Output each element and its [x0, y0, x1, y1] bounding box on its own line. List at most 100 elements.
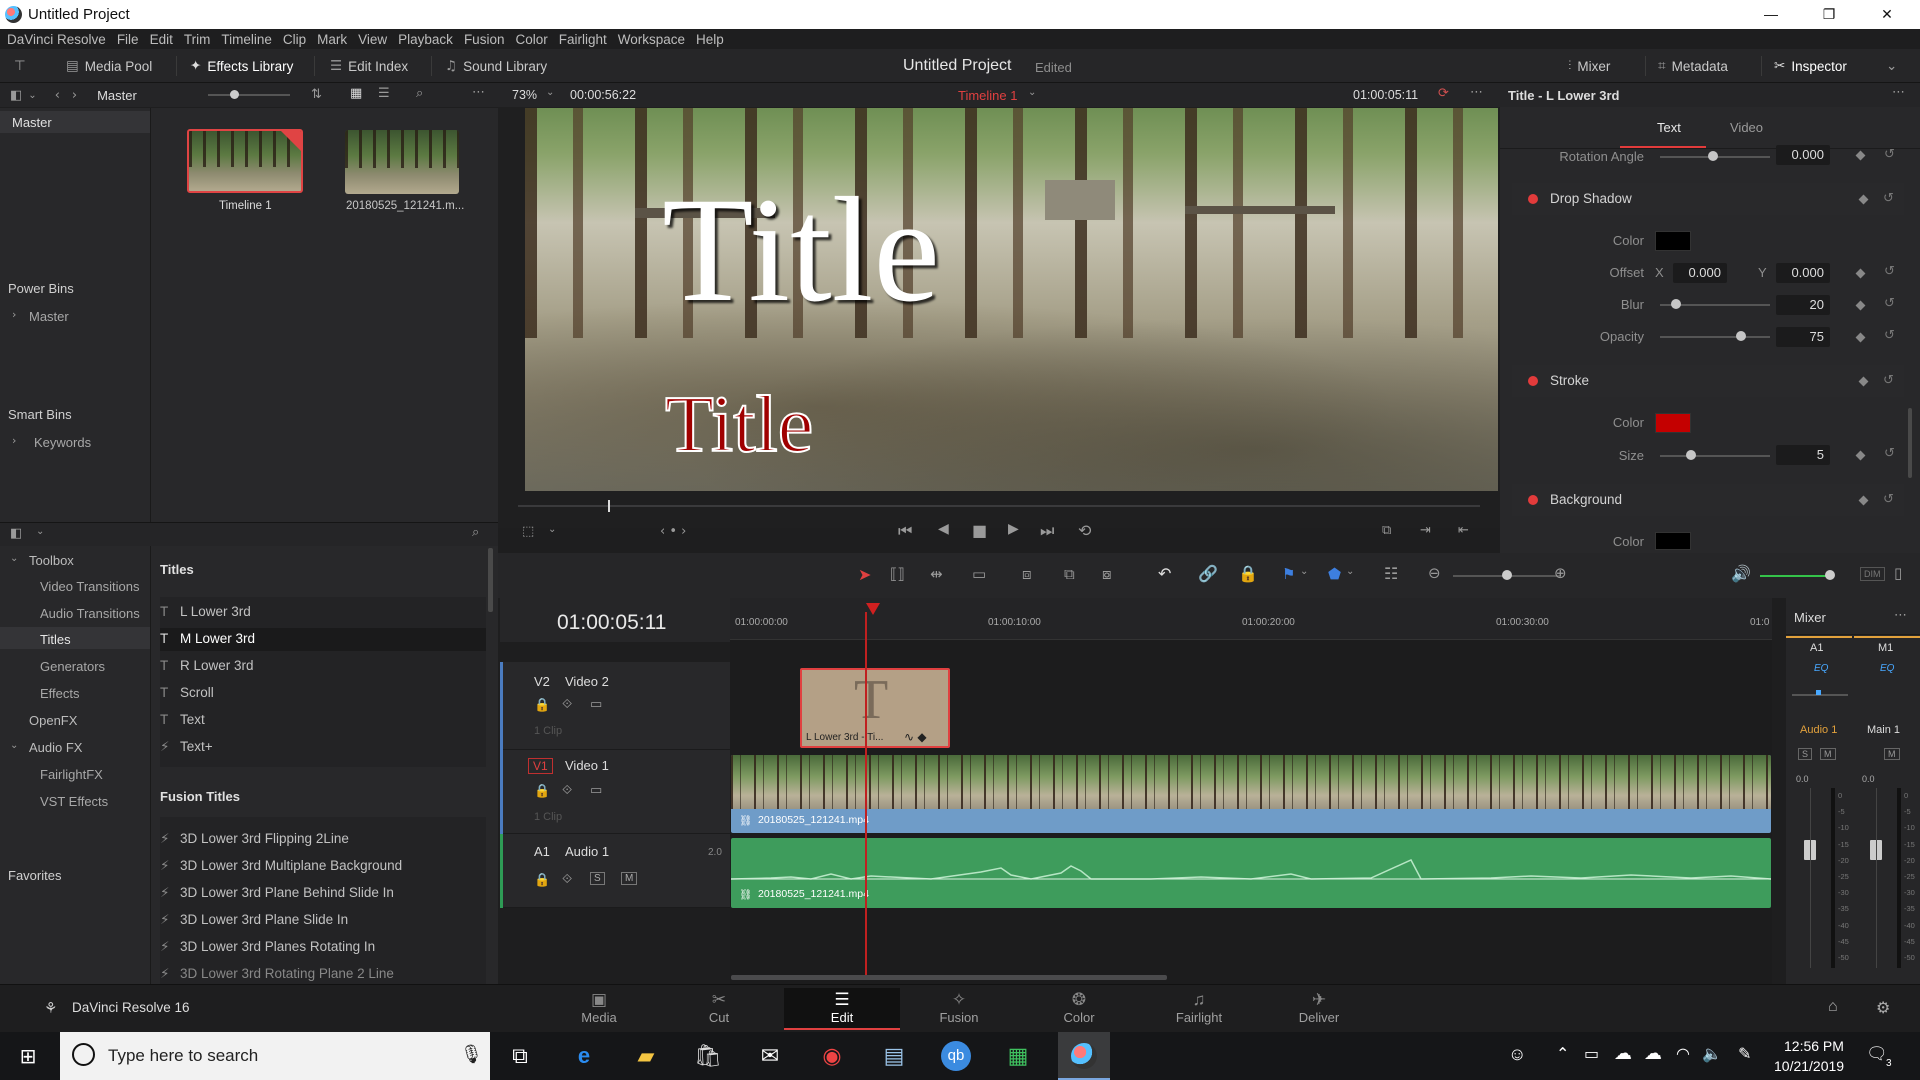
sync-icon[interactable]: ⟳ — [1438, 86, 1449, 101]
background-section[interactable]: Background ↺ — [1512, 484, 1904, 516]
tree-fairlightfx[interactable]: FairlightFX — [40, 767, 103, 782]
fusion-title-item[interactable]: ⚡ 3D Lower 3rd Planes Rotating In — [160, 939, 375, 961]
timeline-thumbnail[interactable] — [187, 129, 303, 193]
edit-index-button[interactable]: ☰ Edit Index — [330, 55, 408, 77]
more-options-icon[interactable]: ⋯ — [472, 85, 485, 100]
auto-select-icon[interactable]: ⟐ — [562, 697, 572, 712]
eq-button[interactable]: EQ — [1814, 663, 1828, 674]
go-to-start-icon[interactable]: ⏮ — [898, 521, 912, 541]
tree-openfx[interactable]: OpenFX — [29, 713, 77, 728]
shadow-offset-x-field[interactable]: 0.000 — [1673, 263, 1727, 283]
track-name[interactable]: Video 1 — [565, 758, 609, 773]
curve-icon[interactable]: ∿ ◆ — [904, 730, 927, 744]
resolve-taskbar-button[interactable] — [1058, 1032, 1110, 1080]
replace-clip-icon[interactable]: ⧇ — [1102, 565, 1112, 583]
page-tab-media[interactable]: ▣ Media — [544, 988, 654, 1030]
shadow-opacity-slider[interactable] — [1736, 331, 1746, 341]
shadow-offset-y-field[interactable]: 0.000 — [1776, 263, 1830, 283]
collapse-icon[interactable]: ⌄ — [1886, 55, 1897, 77]
match-frame-icon[interactable]: ⧉ — [1382, 523, 1391, 538]
stroke-size-slider[interactable] — [1686, 450, 1696, 460]
title-text-small[interactable]: Title — [664, 384, 814, 466]
menu-workspace[interactable]: Workspace — [618, 32, 685, 47]
search-icon[interactable]: ⌕ — [416, 86, 423, 101]
zoom-level[interactable]: 73% — [512, 88, 537, 102]
loop-icon[interactable]: ⟲ — [1078, 521, 1091, 540]
overwrite-clip-icon[interactable]: ⧉ — [1064, 565, 1075, 583]
file-explorer-icon[interactable]: ▰ — [626, 1038, 666, 1074]
menu-fusion[interactable]: Fusion — [464, 32, 505, 47]
rotation-angle-field[interactable]: 0.000 — [1776, 145, 1830, 165]
sidebar-toggle-icon[interactable]: ◧ — [10, 88, 22, 103]
layout-icon[interactable]: ⊤ — [14, 55, 26, 77]
timeline-view-icon[interactable]: ☷ — [1384, 564, 1398, 583]
lock-icon[interactable]: 🔒 — [534, 784, 550, 799]
menu-timeline[interactable]: Timeline — [221, 32, 272, 47]
zoom-in-icon[interactable]: ⊕ — [1554, 564, 1567, 582]
page-tab-fairlight[interactable]: ♫ Fairlight — [1144, 988, 1254, 1030]
volume-knob[interactable] — [1825, 570, 1835, 580]
effects-library-button[interactable]: ✦ Effects Library — [190, 55, 293, 77]
menu-clip[interactable]: Clip — [283, 32, 306, 47]
title-item[interactable]: TM Lower 3rd — [160, 631, 255, 653]
fusion-title-item[interactable]: ⚡ 3D Lower 3rd Plane Behind Slide In — [160, 885, 394, 907]
dynamic-trim-icon[interactable]: ⇹ — [930, 565, 943, 583]
sidebar-toggle-icon[interactable]: ◧ — [10, 526, 22, 541]
title-text-large[interactable]: Title — [662, 175, 940, 325]
clock-date[interactable]: 10/21/2019 — [1774, 1058, 1844, 1074]
track-id[interactable]: V1 — [528, 758, 553, 774]
drop-shadow-section[interactable]: Drop Shadow ↺ — [1512, 183, 1904, 215]
wifi-icon[interactable]: ◠ — [1676, 1044, 1690, 1064]
play-icon[interactable]: ▶ — [1008, 521, 1019, 537]
track-name[interactable]: Audio 1 — [565, 844, 609, 859]
fusion-title-item[interactable]: ⚡ 3D Lower 3rd Multiplane Background — [160, 858, 402, 880]
microphone-icon[interactable]: 🎙 — [460, 1044, 483, 1065]
video-clip-thumbnail[interactable] — [345, 130, 459, 194]
taskbar-search-box[interactable]: Type here to search 🎙 — [60, 1032, 490, 1080]
auto-select-icon[interactable]: ⟐ — [562, 783, 572, 798]
battery-icon[interactable]: ▭ — [1584, 1044, 1599, 1064]
viewer-scrubber[interactable] — [518, 505, 1480, 507]
title-item[interactable]: ⚡ Text+ — [160, 739, 213, 761]
power-bins-master[interactable]: Master — [29, 309, 69, 324]
chevron-down-icon[interactable]: ⌄ — [28, 90, 36, 101]
drop-shadow-enable-toggle[interactable] — [1528, 194, 1538, 204]
shadow-blur-field[interactable]: 20 — [1776, 295, 1830, 315]
volume-icon[interactable]: 🔈 — [1702, 1044, 1722, 1064]
menu-edit[interactable]: Edit — [150, 32, 173, 47]
stroke-color-swatch[interactable] — [1655, 413, 1691, 433]
chevron-down-icon[interactable]: ⌄ — [1346, 566, 1354, 577]
audio-clip[interactable]: ⛓ 20180525_121241.mp4 — [731, 838, 1771, 908]
chevron-right-icon[interactable]: › — [12, 434, 16, 447]
fusion-title-item[interactable]: ⚡ 3D Lower 3rd Flipping 2Line — [160, 831, 349, 853]
mute-button[interactable]: M — [621, 872, 638, 885]
tree-titles-selected[interactable] — [0, 627, 150, 649]
stop-icon[interactable]: ■ — [972, 521, 987, 540]
viewer-frame[interactable]: Title Title — [525, 108, 1498, 491]
spreadsheet-icon[interactable]: ▦ — [998, 1038, 1038, 1074]
chrome-icon[interactable]: ◉ — [812, 1038, 852, 1074]
chevron-down-icon[interactable]: ⌄ — [548, 524, 556, 535]
tree-toolbox[interactable]: Toolbox — [29, 553, 74, 568]
track-name[interactable]: Video 2 — [565, 674, 609, 689]
home-icon[interactable]: ⌂ — [1828, 998, 1838, 1016]
track-visibility-icon[interactable]: ▭ — [590, 783, 602, 798]
playhead-line[interactable] — [865, 612, 867, 978]
track-visibility-icon[interactable]: ▭ — [590, 697, 602, 712]
forward-icon[interactable]: › — [72, 88, 77, 103]
zoom-slider-knob[interactable] — [1502, 570, 1512, 580]
chevron-down-icon[interactable]: ⌄ — [1028, 87, 1036, 98]
scrubber-playhead[interactable] — [608, 500, 610, 512]
solo-button[interactable]: S — [590, 872, 605, 885]
tab-video[interactable]: Video — [1730, 120, 1763, 135]
blade-tool-icon[interactable]: ▭ — [972, 565, 986, 583]
snapping-icon[interactable]: ↶ — [1158, 564, 1171, 583]
title-clip[interactable]: T L Lower 3rd - Ti... ∿ ◆ — [800, 668, 950, 748]
tree-generators[interactable]: Generators — [40, 659, 105, 674]
menu-trim[interactable]: Trim — [184, 32, 211, 47]
playhead-handle[interactable] — [866, 603, 880, 615]
back-icon[interactable]: ‹ — [55, 88, 60, 103]
timeline-timecode[interactable]: 01:00:05:11 — [557, 611, 666, 635]
metadata-button[interactable]: ⌗ Metadata — [1658, 55, 1728, 77]
lock-icon[interactable]: 🔒 — [534, 698, 550, 713]
